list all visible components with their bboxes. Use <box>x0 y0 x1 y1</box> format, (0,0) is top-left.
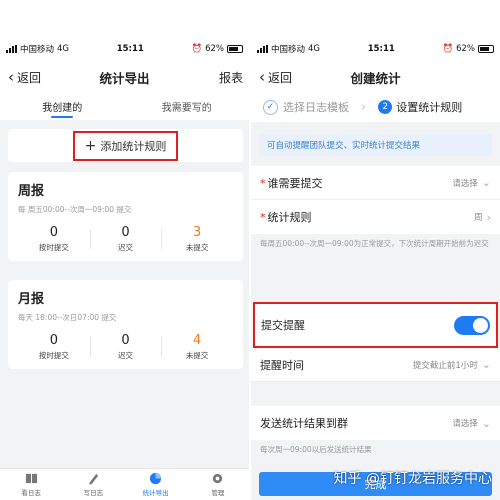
row-value: 请选择 <box>452 178 478 189</box>
stat-not-submitted: 4 未提交 <box>161 333 233 361</box>
gear-icon <box>213 473 223 484</box>
add-rule-card: + 添加统计规则 <box>8 129 243 162</box>
chevron-right-icon: › <box>486 210 491 224</box>
page-title: 创建统计 <box>350 70 401 86</box>
back-label: 返回 <box>268 70 293 85</box>
tab-write-log[interactable]: 写日志 <box>62 469 124 500</box>
row-value: 请选择 <box>452 419 478 429</box>
network-label: 4G <box>308 44 321 54</box>
chevron-down-icon: ⌄ <box>481 416 491 430</box>
chevron-left-icon: ‹ <box>259 68 265 86</box>
card-subtitle: 每天 18:00--次日07:00 提交 <box>18 313 117 322</box>
nav-bar: ‹ 返回 统计导出 报表 <box>0 62 249 92</box>
back-button[interactable]: ‹ 返回 <box>8 68 41 86</box>
stat-on-time: 0 按时提交 <box>38 333 69 360</box>
chevron-down-icon: ⌄ <box>481 358 491 371</box>
alarm-icon: ⏰ <box>442 44 454 54</box>
monthly-report-card[interactable]: 月报 每天 18:00--次日07:00 提交 0 按时提交 0 迟交 4 未提交 <box>8 280 243 369</box>
chevron-right-icon: › <box>361 99 367 115</box>
row-value: 提交截止前1小时 <box>412 360 478 371</box>
right-screen: 中国移动 4G 15:11 ⏰ 62% ‹ 返回 创建统计 ✓ 选择日志模板 ›… <box>251 36 500 500</box>
stat-on-time: 0 按时提交 <box>38 225 69 252</box>
battery-percent: 62% <box>205 44 224 54</box>
settings-group-1: * 谁需要提交 请选择 ⌄ * 统计规则 周 › 每周五00:00--次周一09:00为… <box>251 166 500 255</box>
back-button[interactable]: ‹ 返回 <box>259 68 292 86</box>
step-number: 2 <box>378 100 393 114</box>
tab-created-by-me[interactable]: 我创建的 <box>0 92 125 120</box>
signal-icon <box>257 45 268 53</box>
step-indicator: ✓ 选择日志模板 › 2 设置统计规则 <box>251 92 500 122</box>
required-mark: * <box>260 176 266 190</box>
reminder-label: 提交提醒 <box>261 319 305 332</box>
card-title: 周报 <box>18 184 45 199</box>
carrier-label: 中国移动 <box>20 45 55 55</box>
row-who-submits[interactable]: * 谁需要提交 请选择 ⌄ <box>251 166 500 200</box>
clock: 15:11 <box>116 44 144 54</box>
battery-percent: 62% <box>456 44 475 54</box>
back-label: 返回 <box>17 70 42 85</box>
watermark: 知乎 @钉钉龙岩服务中心 <box>333 471 492 487</box>
info-tip: 可自动提醒团队提交、实时统计提交结果 <box>259 134 492 156</box>
book-icon <box>25 473 37 484</box>
status-bar: 中国移动 4G 15:11 ⏰ 62% <box>0 36 249 62</box>
bottom-tab-bar: 看日志 写日志 统计导出 管理 <box>0 468 249 500</box>
stat-late: 0 迟交 <box>89 225 162 253</box>
row-stat-rule[interactable]: * 统计规则 周 › <box>251 200 500 234</box>
signal-icon <box>6 45 17 53</box>
row-submit-reminder: 提交提醒 <box>253 302 498 348</box>
tab-need-to-write[interactable]: 我需要写的 <box>125 92 250 120</box>
stat-not-submitted: 3 未提交 <box>161 225 233 253</box>
battery-icon <box>226 45 243 53</box>
tab-view-logs[interactable]: 看日志 <box>0 469 62 500</box>
chevron-left-icon: ‹ <box>8 68 14 86</box>
pie-chart-icon <box>150 472 162 485</box>
network-label: 4G <box>57 44 70 54</box>
row-send-to-group[interactable]: 发送统计结果到群 请选择 ⌄ <box>251 406 500 440</box>
pen-icon <box>89 473 99 485</box>
add-rule-button[interactable]: + 添加统计规则 <box>72 130 179 161</box>
page-title: 统计导出 <box>99 70 150 86</box>
rule-hint: 每周五00:00--次周一09:00为正常提交，下次统计周期开始前为迟交 <box>251 234 500 255</box>
add-rule-label: 添加统计规则 <box>100 139 167 153</box>
left-screen: 中国移动 4G 15:11 ⏰ 62% ‹ 返回 统计导出 报表 我创建的 我需… <box>0 36 249 500</box>
send-hint: 每次周一09:00以后发送统计结果 <box>251 440 500 461</box>
step-select-template[interactable]: ✓ 选择日志模板 <box>263 99 349 115</box>
tab-manage[interactable]: 管理 <box>187 469 249 500</box>
tab-stats-export[interactable]: 统计导出 <box>125 469 187 500</box>
card-subtitle: 每 周五00:00--次周一09:00 提交 <box>18 205 132 214</box>
reminder-toggle[interactable] <box>454 315 490 335</box>
stat-late: 0 迟交 <box>89 333 162 361</box>
step-set-rules: 2 设置统计规则 <box>378 99 462 115</box>
row-remind-time[interactable]: 提醒时间 提交截止前1小时 ⌄ <box>251 348 500 382</box>
check-icon: ✓ <box>263 99 278 115</box>
settings-group-3: 发送统计结果到群 请选择 ⌄ 每次周一09:00以后发送统计结果 <box>251 406 500 461</box>
carrier-label: 中国移动 <box>271 45 306 55</box>
battery-icon <box>477 45 494 53</box>
alarm-icon: ⏰ <box>191 44 203 54</box>
tab-bar: 我创建的 我需要写的 <box>0 92 249 120</box>
clock: 15:11 <box>367 44 395 54</box>
status-bar: 中国移动 4G 15:11 ⏰ 62% <box>251 36 500 62</box>
report-button[interactable]: 报表 <box>219 69 243 86</box>
plus-icon: + <box>84 137 97 154</box>
required-mark: * <box>260 211 266 224</box>
weekly-report-card[interactable]: 周报 每 周五00:00--次周一09:00 提交 0 按时提交 0 迟交 3 未提交 <box>8 172 243 261</box>
nav-bar: ‹ 返回 创建统计 <box>251 62 500 92</box>
row-value: 周 <box>474 213 483 223</box>
card-title: 月报 <box>18 292 45 307</box>
settings-group-2: 提醒时间 提交截止前1小时 ⌄ <box>251 348 500 382</box>
chevron-down-icon: ⌄ <box>481 176 491 189</box>
